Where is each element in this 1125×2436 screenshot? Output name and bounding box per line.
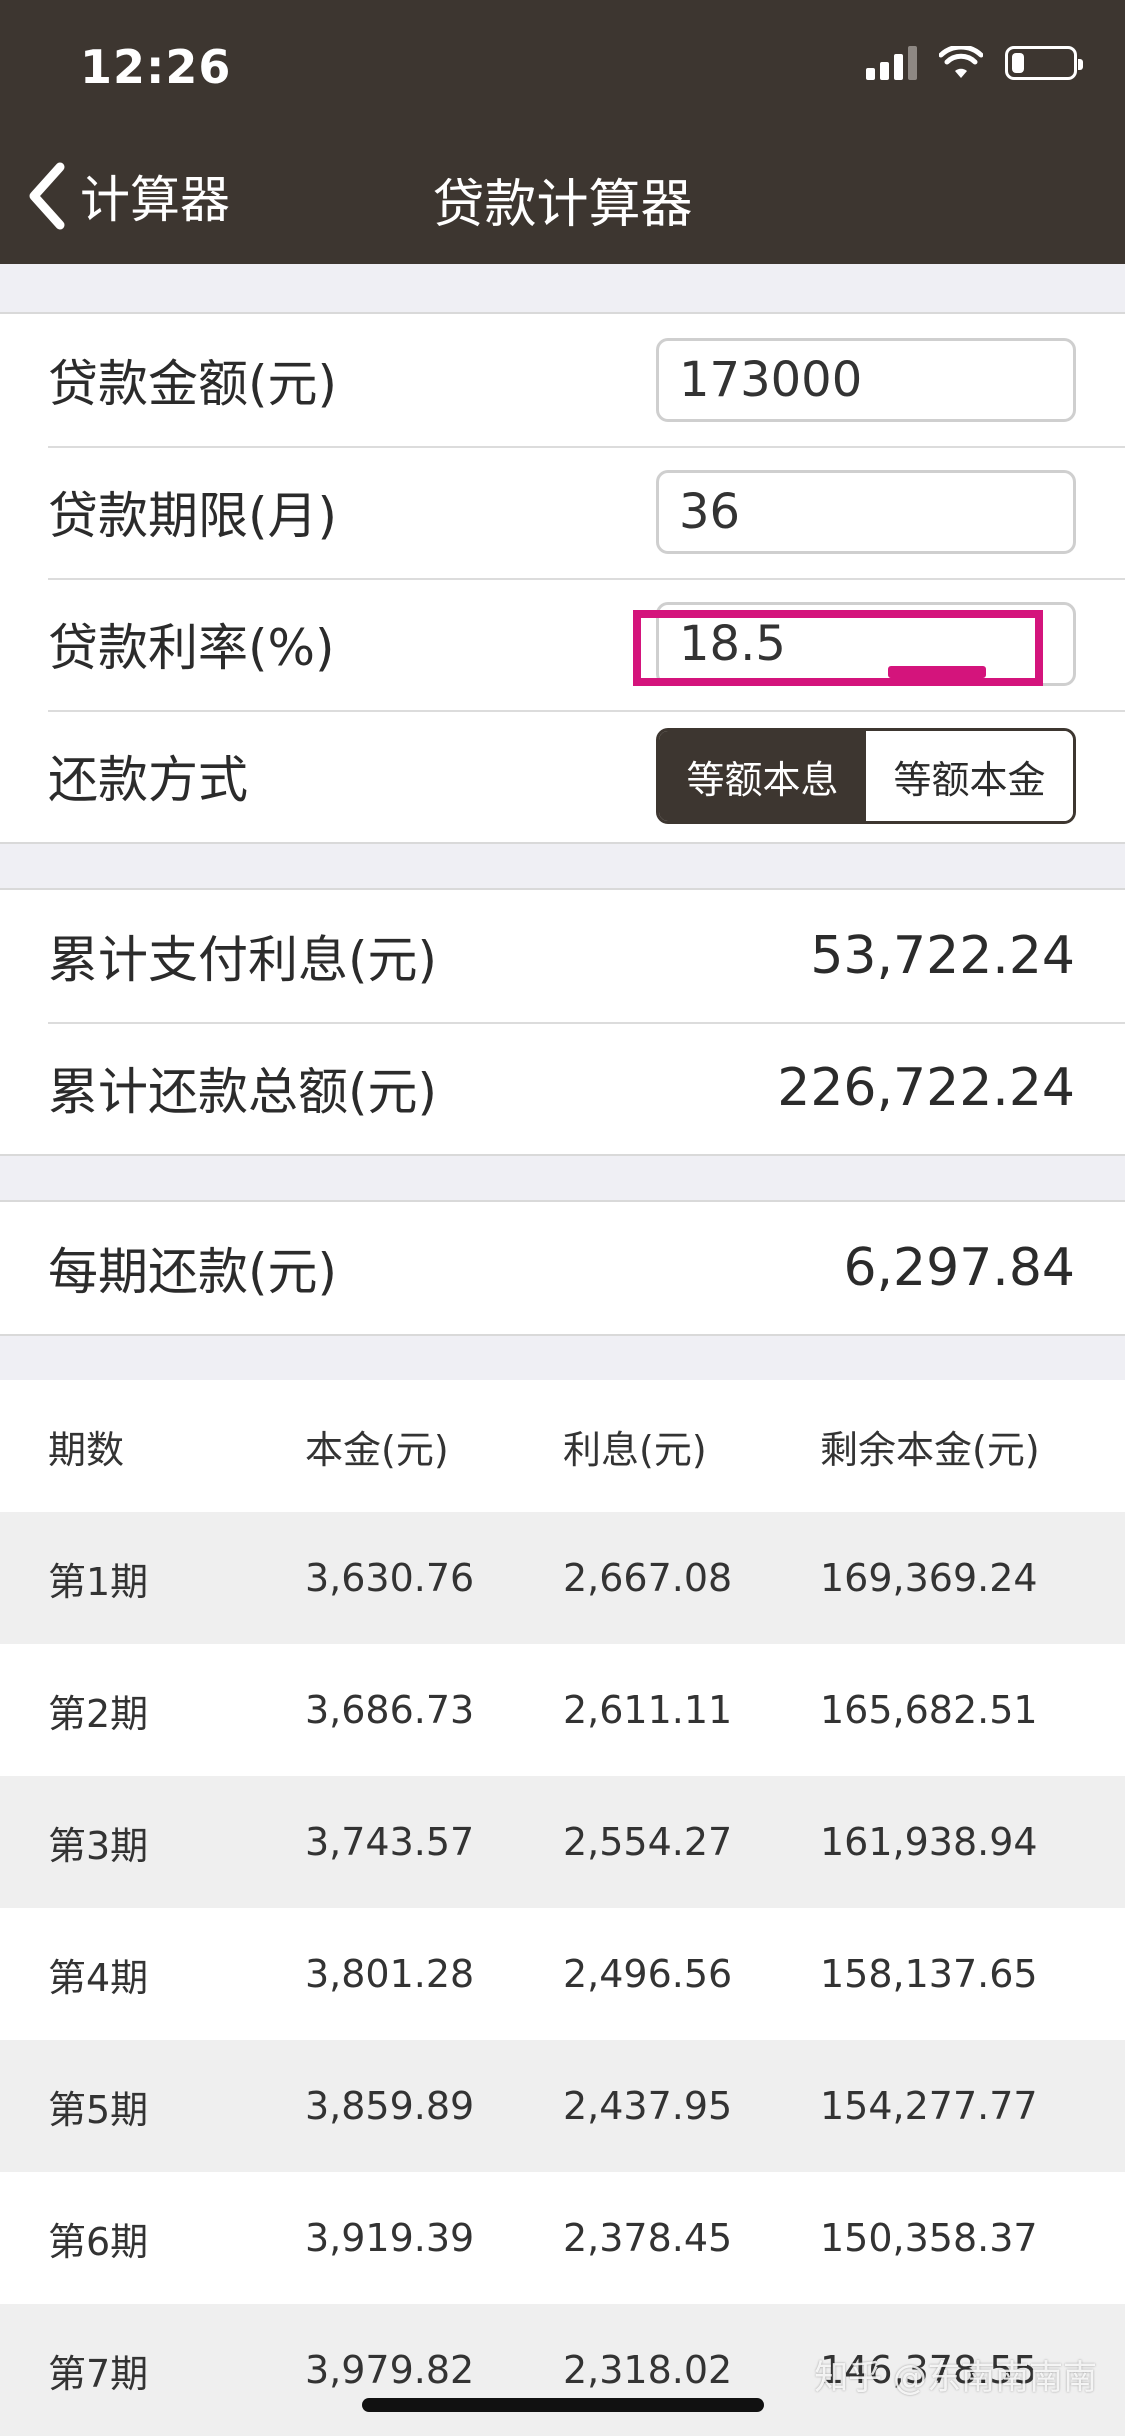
remaining-cell: 154,277.77 (820, 2084, 1038, 2128)
rate-input[interactable] (656, 602, 1076, 686)
period-cell: 第5期 (48, 2087, 149, 2132)
remaining-cell: 169,369.24 (820, 1556, 1038, 1600)
header-interest: 利息(元) (563, 1427, 707, 1472)
principal-cell: 3,979.82 (305, 2348, 475, 2392)
repayment-schedule-table: 期数 本金(元) 利息(元) 剩余本金(元) 第1期 3,630.76 2,66… (0, 1380, 1125, 2436)
table-row: 第3期 3,743.57 2,554.27 161,938.94 (0, 1776, 1125, 1908)
term-input[interactable] (656, 470, 1076, 554)
battery-level (1012, 53, 1024, 73)
term-label: 贷款期限(月) (48, 487, 338, 545)
principal-cell: 3,743.57 (305, 1820, 475, 1864)
battery-icon (1005, 46, 1083, 80)
principal-cell: 3,801.28 (305, 1952, 475, 1996)
principal-cell: 3,919.39 (305, 2216, 475, 2260)
total-interest-value: 53,722.24 (810, 926, 1075, 986)
equal-installment-button[interactable]: 等额本息 (659, 731, 866, 821)
repayment-row: 还款方式 等额本息 等额本金 (0, 710, 1125, 842)
principal-cell: 3,630.76 (305, 1556, 475, 1600)
remaining-cell: 150,358.37 (820, 2216, 1038, 2260)
table-row: 第6期 3,919.39 2,378.45 150,358.37 (0, 2172, 1125, 2304)
interest-cell: 2,437.95 (563, 2084, 733, 2128)
total-payment-row: 累计还款总额(元) 226,722.24 (0, 1022, 1125, 1154)
interest-cell: 2,318.02 (563, 2348, 733, 2392)
equal-principal-button[interactable]: 等额本金 (866, 731, 1073, 821)
watermark: 知乎 @东南南南南 (814, 2358, 1097, 2398)
period-cell: 第6期 (48, 2219, 149, 2264)
term-row: 贷款期限(月) (0, 446, 1125, 578)
rate-label: 贷款利率(%) (48, 619, 335, 677)
table-row: 第5期 3,859.89 2,437.95 154,277.77 (0, 2040, 1125, 2172)
home-indicator[interactable] (362, 2398, 764, 2412)
loan-inputs-card: 贷款金额(元) 贷款期限(月) 贷款利率(%) 还款方式 等额本息 等额本金 (0, 312, 1125, 844)
remaining-cell: 165,682.51 (820, 1688, 1038, 1732)
loan-calculator-screen: 12:26 计算器 贷款计算器 贷款金额(元) 173000 贷款期限(月) 3… (0, 0, 1125, 2436)
repayment-method-segment: 等额本息 等额本金 (656, 728, 1076, 824)
period-cell: 第3期 (48, 1823, 149, 1868)
summary-card: 累计支付利息(元) 53,722.24 累计还款总额(元) 226,722.24 (0, 888, 1125, 1156)
period-cell: 第2期 (48, 1691, 149, 1736)
period-cell: 第7期 (48, 2351, 149, 2396)
principal-cell: 3,686.73 (305, 1688, 475, 1732)
monthly-payment-card: 每期还款(元) 6,297.84 (0, 1200, 1125, 1336)
nav-header: 12:26 计算器 贷款计算器 (0, 0, 1125, 264)
page-title: 贷款计算器 (432, 175, 693, 235)
interest-cell: 2,554.27 (563, 1820, 733, 1864)
table-row: 第4期 3,801.28 2,496.56 158,137.65 (0, 1908, 1125, 2040)
table-row: 第1期 3,630.76 2,667.08 169,369.24 (0, 1512, 1125, 1644)
total-interest-label: 累计支付利息(元) (48, 931, 438, 989)
amount-input[interactable] (656, 338, 1076, 422)
interest-cell: 2,611.11 (563, 1688, 733, 1732)
header-remaining: 剩余本金(元) (820, 1427, 1040, 1472)
rate-row: 贷款利率(%) (0, 578, 1125, 710)
remaining-cell: 158,137.65 (820, 1952, 1038, 1996)
amount-row: 贷款金额(元) (0, 314, 1125, 446)
repayment-label: 还款方式 (48, 751, 248, 809)
monthly-payment-value: 6,297.84 (843, 1238, 1075, 1298)
total-interest-row: 累计支付利息(元) 53,722.24 (0, 890, 1125, 1022)
header-principal: 本金(元) (305, 1427, 449, 1472)
amount-label: 贷款金额(元) (48, 355, 338, 413)
period-cell: 第1期 (48, 1559, 149, 1604)
monthly-payment-row: 每期还款(元) 6,297.84 (0, 1202, 1125, 1334)
status-time: 12:26 (80, 40, 232, 94)
monthly-payment-label: 每期还款(元) (48, 1243, 338, 1301)
status-icons (866, 46, 1083, 80)
interest-cell: 2,378.45 (563, 2216, 733, 2260)
signal-icon (866, 46, 917, 80)
interest-cell: 2,496.56 (563, 1952, 733, 1996)
header-period: 期数 (48, 1427, 125, 1472)
table-row: 第2期 3,686.73 2,611.11 165,682.51 (0, 1644, 1125, 1776)
table-header-row: 期数 本金(元) 利息(元) 剩余本金(元) (0, 1380, 1125, 1512)
interest-cell: 2,667.08 (563, 1556, 733, 1600)
total-payment-label: 累计还款总额(元) (48, 1063, 438, 1121)
principal-cell: 3,859.89 (305, 2084, 475, 2128)
remaining-cell: 161,938.94 (820, 1820, 1038, 1864)
period-cell: 第4期 (48, 1955, 149, 2000)
total-payment-value: 226,722.24 (777, 1058, 1075, 1118)
rate-highlight-underline (888, 666, 986, 678)
wifi-icon (939, 46, 983, 78)
